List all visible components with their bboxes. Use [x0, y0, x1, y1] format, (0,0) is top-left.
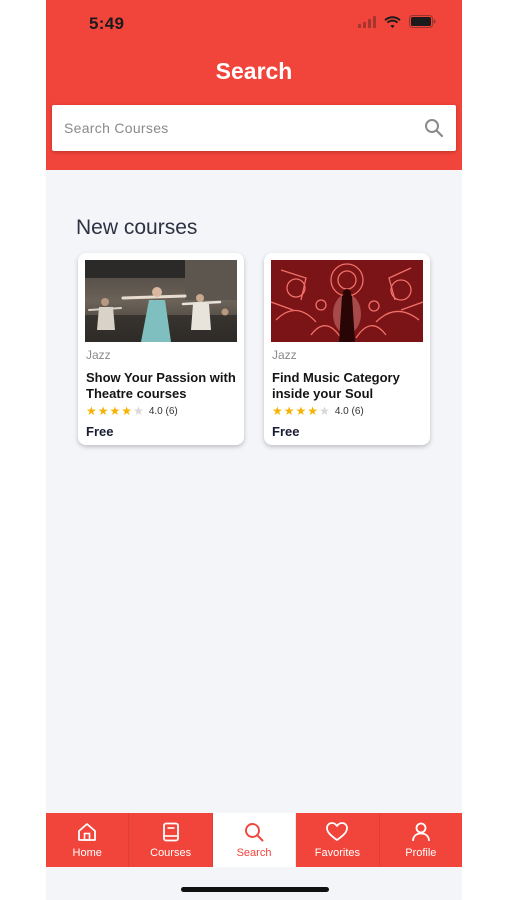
star-icon: ★ — [295, 404, 307, 418]
tab-label: Favorites — [314, 847, 361, 859]
course-category: Jazz — [86, 348, 111, 362]
tab-bar: Home Courses Search Favorites Profile — [46, 813, 462, 867]
tab-courses[interactable]: Courses — [129, 813, 213, 867]
rating-text: 4.0 (6) — [148, 405, 178, 417]
search-icon — [245, 823, 264, 842]
course-image — [85, 260, 237, 342]
status-icons — [358, 15, 436, 28]
search-icon[interactable] — [424, 118, 444, 138]
rating-text: 4.0 (6) — [334, 405, 364, 417]
star-icon: ★ — [283, 404, 295, 418]
status-bar: 5:49 — [46, 0, 462, 48]
cellular-signal-icon — [358, 15, 376, 28]
search-box[interactable] — [52, 105, 456, 151]
heart-icon — [326, 822, 349, 841]
star-icon: ★ — [97, 404, 109, 418]
star-icon: ★ — [307, 404, 319, 418]
page-title: Search — [215, 58, 293, 84]
star-icon: ★ — [86, 404, 97, 418]
star-icon: ★ — [109, 404, 121, 418]
course-title[interactable]: Show Your Passion with Theatre courses — [86, 370, 241, 402]
wifi-icon — [384, 15, 401, 28]
course-price: Free — [86, 424, 114, 439]
course-title[interactable]: Find Music Category inside your Soul — [272, 370, 427, 402]
tab-favorites[interactable]: Favorites — [296, 813, 380, 867]
tab-profile[interactable]: Profile — [380, 813, 462, 867]
header: 5:49 Search — [46, 0, 462, 170]
home-indicator[interactable] — [181, 887, 329, 892]
home-icon — [78, 823, 97, 841]
app-screen: 5:49 Search Search Courses New courses J… — [46, 0, 462, 900]
tab-label: Home — [72, 847, 102, 859]
star-empty-icon: ★ — [133, 404, 144, 418]
search-input[interactable] — [52, 105, 404, 151]
star-icon: ★ — [121, 404, 133, 418]
star-icon: ★ — [272, 404, 283, 418]
course-rating: ★ ★ ★ ★ ★ 4.0 (6) — [272, 405, 364, 417]
course-card[interactable]: Jazz Show Your Passion with Theatre cour… — [78, 253, 244, 445]
tab-label: Profile — [405, 847, 437, 859]
battery-icon — [409, 15, 436, 28]
home-indicator-area — [46, 867, 462, 900]
course-image — [271, 260, 423, 342]
course-category: Jazz — [272, 348, 297, 362]
course-rating: ★ ★ ★ ★ ★ 4.0 (6) — [86, 405, 178, 417]
section-title: New courses — [76, 216, 198, 239]
tab-label: Courses — [150, 847, 192, 859]
course-card[interactable]: Jazz Find Music Category inside your Sou… — [264, 253, 430, 445]
tab-home[interactable]: Home — [46, 813, 130, 867]
rating-stars: ★ ★ ★ ★ ★ — [272, 405, 330, 417]
status-time: 5:49 — [89, 14, 125, 33]
user-icon — [411, 822, 430, 842]
tab-search[interactable]: Search — [212, 813, 297, 867]
tab-label: Search — [236, 847, 272, 859]
book-icon — [162, 822, 179, 842]
course-price: Free — [272, 424, 300, 439]
star-empty-icon: ★ — [319, 404, 330, 418]
rating-stars: ★ ★ ★ ★ ★ — [86, 405, 144, 417]
